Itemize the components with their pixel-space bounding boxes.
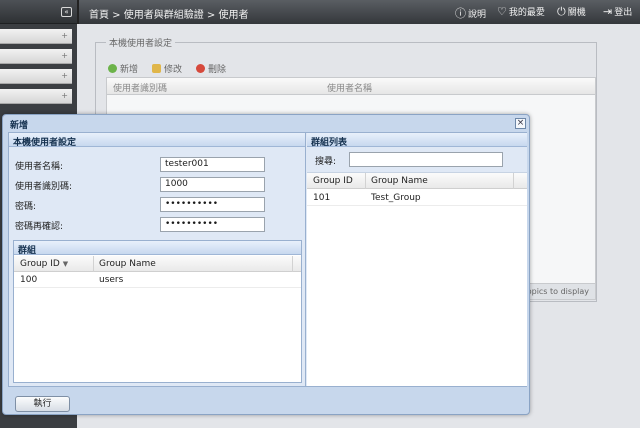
delete-icon <box>196 64 205 73</box>
search-bar: 搜尋: <box>307 147 527 173</box>
expand-icon: + <box>61 71 68 80</box>
users-grid-header: 使用者識別碼 使用者名稱 <box>107 78 595 95</box>
shutdown-button[interactable]: ⏻ 關機 <box>557 5 586 19</box>
username-field[interactable]: tester001 <box>160 157 265 172</box>
close-icon[interactable]: × <box>515 118 526 129</box>
confirm-password-field[interactable]: •••••••••• <box>160 217 265 232</box>
top-bar: 首頁 > 使用者與群組驗證 > 使用者 ⓘ 說明 ♡ 我的最愛 ⏻ 關機 ⇥ 登出 <box>77 0 640 24</box>
column-header-group-id[interactable]: Group ID ▼ <box>20 259 68 269</box>
groups-grid-header: Group ID ▼ Group Name <box>14 256 301 272</box>
group-id-cell: 101 <box>313 193 331 203</box>
search-input[interactable] <box>349 152 503 167</box>
expand-icon: + <box>61 31 68 40</box>
edit-button[interactable]: 修改 <box>152 62 182 75</box>
groups-box: 群組 Group ID ▼ Group Name 100 users <box>13 240 302 383</box>
group-list-pane: 群組列表 搜尋: Group ID Group Name 101 Test_Gr… <box>307 133 527 386</box>
password-field[interactable]: •••••••••• <box>160 197 265 212</box>
table-row[interactable]: 101 Test_Group <box>307 190 527 206</box>
column-separator[interactable] <box>365 173 366 189</box>
dialog-body: 本機使用者設定 使用者名稱: tester001 使用者識別碼: 1000 密碼… <box>8 132 527 387</box>
add-icon <box>108 64 117 73</box>
group-id-cell: 100 <box>20 275 38 285</box>
add-button[interactable]: 新增 <box>108 62 138 75</box>
group-name-cell: Test_Group <box>371 193 421 203</box>
edit-icon <box>152 64 161 73</box>
logout-icon: ⇥ <box>603 5 613 18</box>
sidebar-item[interactable]: + <box>0 69 72 84</box>
delete-button[interactable]: 刪除 <box>196 62 226 75</box>
uid-field[interactable]: 1000 <box>160 177 265 192</box>
column-separator[interactable] <box>513 173 514 189</box>
local-user-settings-pane: 本機使用者設定 使用者名稱: tester001 使用者識別碼: 1000 密碼… <box>9 133 306 386</box>
uid-label: 使用者識別碼: <box>15 182 73 192</box>
favorites-button[interactable]: ♡ 我的最愛 <box>497 5 545 18</box>
column-separator[interactable] <box>292 256 293 272</box>
group-list-header: 群組列表 <box>307 133 527 148</box>
power-icon: ⏻ <box>557 5 566 18</box>
table-row[interactable]: 100 users <box>14 272 301 288</box>
execute-button[interactable]: 執行 <box>15 396 70 412</box>
column-header-group-name[interactable]: Group Name <box>371 176 428 186</box>
local-settings-header: 本機使用者設定 <box>9 133 305 148</box>
group-name-cell: users <box>99 275 124 285</box>
search-label: 搜尋: <box>315 157 337 167</box>
column-header-user-name[interactable]: 使用者名稱 <box>327 81 372 94</box>
dialog-title: 新增 <box>10 121 29 131</box>
expand-icon: + <box>61 91 68 100</box>
column-header-user-id[interactable]: 使用者識別碼 <box>113 81 167 94</box>
column-header-group-name[interactable]: Group Name <box>99 259 156 269</box>
toolbar: 新增 修改 刪除 <box>106 59 591 77</box>
expand-icon: + <box>61 51 68 60</box>
collapse-sidebar-icon[interactable]: « <box>61 7 72 17</box>
groups-header: 群組 <box>14 241 301 256</box>
column-separator[interactable] <box>93 256 94 272</box>
password-label: 密碼: <box>15 202 37 212</box>
fieldset-legend: 本機使用者設定 <box>106 36 176 49</box>
sidebar-item[interactable]: + <box>0 49 72 64</box>
add-user-dialog: 新增 × 本機使用者設定 使用者名稱: tester001 使用者識別碼: 10… <box>2 114 530 415</box>
logout-button[interactable]: ⇥ 登出 <box>603 5 632 18</box>
sidebar-header: « <box>0 0 77 24</box>
heart-icon: ♡ <box>497 5 507 18</box>
help-icon: ⓘ <box>455 7 466 20</box>
sort-down-icon: ▼ <box>62 260 69 268</box>
breadcrumb: 首頁 > 使用者與群組驗證 > 使用者 <box>89 10 249 21</box>
help-button[interactable]: ⓘ 說明 <box>455 5 486 21</box>
group-list-grid-header: Group ID Group Name <box>307 173 527 189</box>
confirm-password-label: 密碼再確認: <box>15 222 64 232</box>
column-header-group-id[interactable]: Group ID <box>313 176 353 186</box>
username-label: 使用者名稱: <box>15 162 64 172</box>
sidebar-item[interactable]: + <box>0 29 72 44</box>
sidebar-item[interactable]: + <box>0 89 72 104</box>
